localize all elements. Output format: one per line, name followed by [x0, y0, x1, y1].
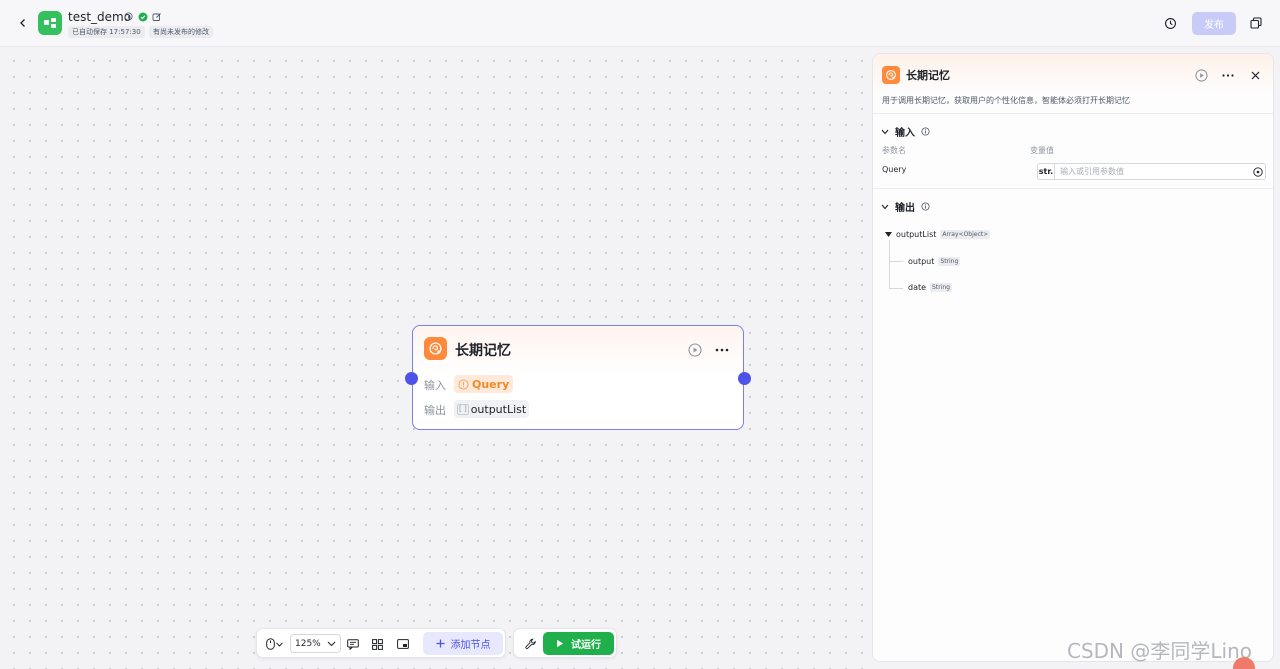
info-icon[interactable] — [921, 202, 930, 211]
output-root-name: outputList — [896, 230, 937, 239]
tree-connector — [889, 288, 903, 289]
input-section-label: 输入 — [895, 128, 915, 139]
memory-icon — [882, 66, 900, 84]
play-icon — [557, 639, 563, 648]
check-circle-icon — [137, 11, 148, 22]
panel-header: 长期记忆 用于调用长期记忆，获取用户的个性化信息，智能体必须打开长期记忆 — [873, 54, 1273, 114]
trial-run-label: 试运行 — [571, 640, 601, 651]
var-value-header: 变量值 — [1030, 146, 1054, 155]
more-icon[interactable] — [1219, 66, 1237, 84]
add-node-button[interactable]: 添加节点 — [423, 632, 503, 655]
caret-down-icon — [885, 232, 892, 237]
output-list-chip: [ ] outputList — [454, 400, 530, 418]
param-value-input[interactable] — [1054, 163, 1266, 180]
minimap-icon[interactable] — [395, 636, 411, 652]
chevron-down-icon — [881, 204, 889, 209]
input-port[interactable] — [405, 372, 418, 385]
output-child-type: String — [930, 283, 952, 292]
add-node-label: 添加节点 — [450, 640, 491, 651]
output-section-label: 输出 — [895, 203, 915, 214]
output-section-header[interactable]: 输出 — [881, 199, 930, 214]
more-icon[interactable] — [713, 341, 731, 359]
autosave-tag: 已自动保存 17:57:30 — [68, 26, 145, 38]
zoom-value: 125% — [295, 638, 321, 649]
output-chip-label: outputList — [470, 402, 527, 416]
section-divider — [873, 188, 1273, 189]
comment-icon[interactable] — [345, 636, 361, 652]
publish-button[interactable]: 发布 — [1192, 12, 1236, 35]
auto-layout-icon[interactable] — [369, 636, 385, 652]
param-type-select[interactable]: str. — [1037, 163, 1054, 180]
top-bar: test_demo 已自动保存 17:57:30 有尚未发布的修改 发布 — [0, 0, 1280, 47]
output-tree-root[interactable]: outputList Array<Object> — [885, 230, 991, 239]
copy-icon[interactable] — [1247, 14, 1265, 32]
watermark: CSDN @李同学Lino — [1067, 639, 1252, 663]
node-title: 长期记忆 — [455, 343, 511, 359]
memory-icon — [424, 337, 447, 360]
tree-connector — [889, 261, 903, 262]
panel-description: 用于调用长期记忆，获取用户的个性化信息，智能体必须打开长期记忆 — [882, 96, 1130, 105]
node-input-label: 输入 — [424, 379, 446, 392]
plus-icon — [436, 639, 444, 648]
close-icon[interactable] — [1246, 66, 1264, 84]
history-icon[interactable] — [1162, 15, 1178, 31]
wrench-icon[interactable] — [523, 636, 539, 652]
query-chip-label: Query — [472, 377, 510, 391]
edit-icon[interactable] — [151, 11, 162, 22]
warning-icon — [458, 378, 469, 390]
back-icon[interactable] — [14, 14, 32, 32]
array-type-icon: [ ] — [457, 403, 469, 415]
panel-title: 长期记忆 — [906, 69, 950, 82]
app-logo — [38, 11, 62, 35]
reference-variable-icon[interactable] — [1252, 166, 1263, 177]
output-child-name: date — [908, 283, 927, 292]
node-config-panel: 长期记忆 用于调用长期记忆，获取用户的个性化信息，智能体必须打开长期记忆 输入 … — [872, 53, 1274, 662]
run-toolbar: 试运行 — [513, 628, 617, 658]
param-name-header: 参数名 — [882, 146, 906, 155]
run-icon[interactable] — [1193, 67, 1209, 83]
chevron-down-icon — [881, 129, 889, 134]
input-section-header[interactable]: 输入 — [881, 124, 930, 139]
trial-run-button[interactable]: 试运行 — [543, 632, 614, 655]
output-tree-child: output String — [908, 257, 961, 266]
app-title: test_demo — [68, 10, 132, 24]
output-port[interactable] — [738, 372, 751, 385]
long-term-memory-node[interactable]: 长期记忆 输入 Query 输出 [ ] outputList — [405, 325, 751, 430]
canvas-toolbar: 125% 添加节点 — [256, 628, 506, 658]
node-output-label: 输出 — [424, 404, 446, 417]
zoom-select[interactable]: 125% — [290, 634, 341, 653]
tree-connector — [889, 240, 890, 289]
info-icon[interactable] — [921, 127, 930, 136]
unpublished-tag: 有尚未发布的修改 — [149, 26, 213, 38]
param-name: Query — [882, 165, 907, 174]
run-icon[interactable] — [687, 342, 703, 358]
output-root-type: Array<Object> — [940, 230, 991, 239]
output-child-name: output — [908, 257, 935, 266]
chevron-down-icon — [327, 641, 336, 647]
info-icon[interactable] — [123, 11, 134, 22]
output-tree-child: date String — [908, 283, 952, 292]
query-input-chip[interactable]: Query — [454, 375, 514, 393]
chevron-down-icon[interactable] — [274, 636, 284, 652]
output-child-type: String — [938, 257, 961, 266]
